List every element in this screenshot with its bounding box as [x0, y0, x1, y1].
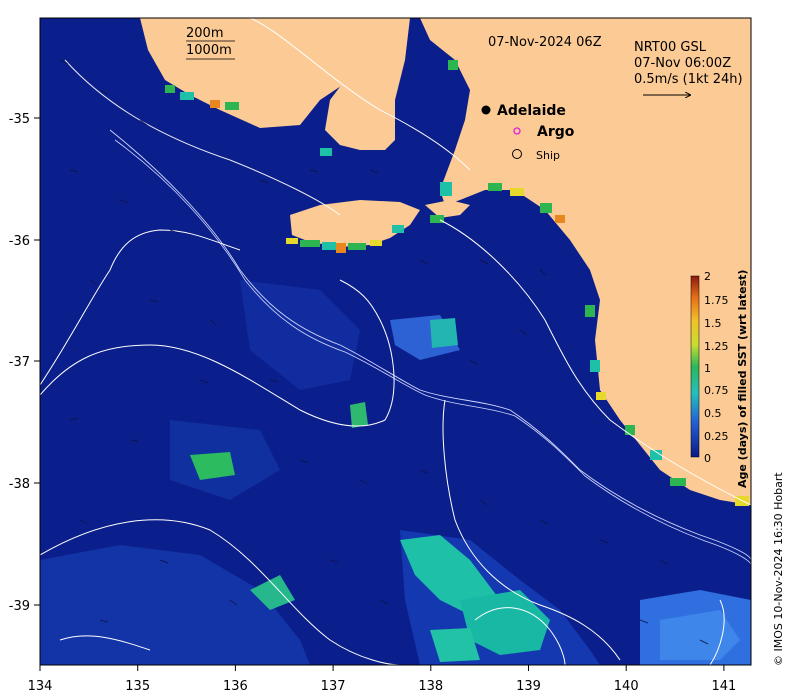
cbar-tick-075: 0.75	[704, 384, 729, 397]
cbar-tick-175: 1.75	[704, 294, 729, 307]
lon-tick-140: 140	[614, 679, 639, 694]
lat-tick-37: -37	[9, 355, 30, 370]
lon-tick-136: 136	[223, 679, 248, 694]
lat-tick-labels: -35 -36 -37 -38 -39	[9, 112, 30, 614]
cbar-tick-15: 1.5	[704, 317, 722, 330]
lat-tick-35: -35	[9, 112, 30, 127]
cbar-tick-025: 0.25	[704, 430, 729, 443]
cbar-tick-125: 1.25	[704, 340, 729, 353]
lon-axis	[39, 665, 725, 671]
lat-tick-36: -36	[9, 234, 30, 249]
sst-map: 134 135 136 137 138 139 140 141 -35 -36 …	[9, 17, 785, 694]
contour-200m-label: 200m	[186, 26, 223, 41]
lon-tick-141: 141	[711, 679, 736, 694]
lon-tick-135: 135	[125, 679, 150, 694]
ship-label: Ship	[536, 149, 560, 162]
colorbar-title: Age (days) of filled SST (wrt latest)	[736, 270, 749, 488]
lon-tick-138: 138	[418, 679, 443, 694]
cbar-tick-2: 2	[704, 270, 711, 283]
lon-tick-134: 134	[28, 679, 53, 694]
lon-tick-137: 137	[321, 679, 346, 694]
colorbar-ramp	[690, 275, 700, 458]
lon-tick-139: 139	[516, 679, 541, 694]
date-title: 07-Nov-2024 06Z	[488, 35, 602, 50]
city-label: Adelaide	[497, 103, 566, 119]
cbar-tick-0: 0	[704, 452, 711, 465]
lat-tick-38: -38	[9, 477, 30, 492]
lon-tick-labels: 134 135 136 137 138 139 140 141	[28, 679, 737, 694]
product-line-1: NRT00 GSL	[634, 40, 707, 55]
product-line-2: 07-Nov 06:00Z	[634, 56, 731, 71]
product-line-3: 0.5m/s (1kt 24h)	[634, 72, 743, 87]
lat-axis	[34, 117, 40, 606]
city-dot-icon	[481, 105, 491, 115]
contour-1000m-label: 1000m	[186, 43, 232, 58]
cbar-tick-05: 0.5	[704, 407, 722, 420]
lat-tick-39: -39	[9, 599, 30, 614]
cbar-tick-1: 1	[704, 362, 711, 375]
credit-text: © IMOS 10-Nov-2024 16:30 Hobart	[772, 472, 785, 666]
argo-label: Argo	[537, 124, 575, 140]
